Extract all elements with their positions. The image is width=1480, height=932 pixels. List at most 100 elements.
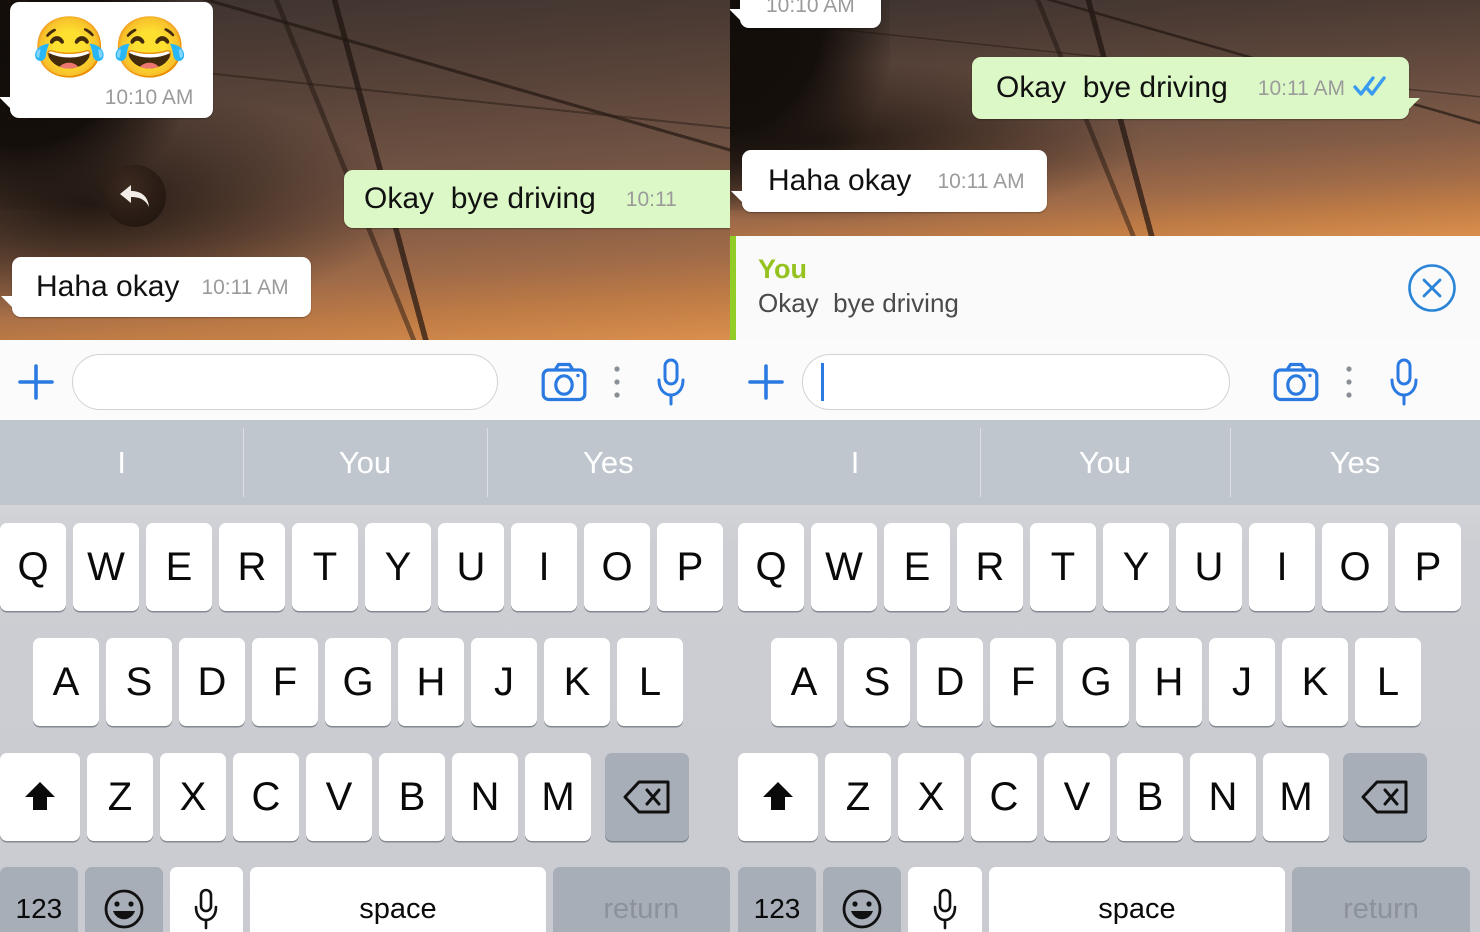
emoji-key[interactable] [823,867,901,932]
key-a[interactable]: A [33,638,99,726]
key-g[interactable]: G [325,638,391,726]
key-k[interactable]: K [544,638,610,726]
bubble-tail [731,191,744,204]
key-t[interactable]: T [1030,523,1096,611]
key-e[interactable]: E [146,523,212,611]
suggestion-item-1[interactable]: You [980,420,1230,505]
camera-button[interactable] [1258,362,1334,402]
message-text-input[interactable] [72,353,498,410]
key-z[interactable]: Z [825,753,891,841]
suggestion-item-0[interactable]: I [730,420,980,505]
voice-record-button[interactable] [632,358,710,406]
numeric-key[interactable]: 123 [0,867,78,932]
key-s[interactable]: S [106,638,172,726]
key-d[interactable]: D [917,638,983,726]
key-g[interactable]: G [1063,638,1129,726]
backspace-key[interactable] [605,753,689,841]
key-m[interactable]: M [1263,753,1329,841]
key-a[interactable]: A [771,638,837,726]
attach-plus-button[interactable] [730,360,802,404]
suggestion-item-2[interactable]: Yes [1230,420,1480,505]
key-l[interactable]: L [1355,638,1421,726]
key-n[interactable]: N [452,753,518,841]
keyboard-mic-key[interactable] [908,867,982,932]
double-check-icon [1353,75,1386,96]
key-u[interactable]: U [438,523,504,611]
key-y[interactable]: Y [1103,523,1169,611]
key-o[interactable]: O [584,523,650,611]
voice-record-button[interactable] [1364,358,1444,406]
key-f[interactable]: F [252,638,318,726]
key-v[interactable]: V [1044,753,1110,841]
key-q[interactable]: Q [738,523,804,611]
key-w[interactable]: W [73,523,139,611]
key-x[interactable]: X [160,753,226,841]
key-k[interactable]: K [1282,638,1348,726]
camera-button[interactable] [526,362,602,402]
key-x[interactable]: X [898,753,964,841]
shift-key[interactable] [738,753,818,841]
key-f[interactable]: F [990,638,1056,726]
message-bubble-incoming[interactable]: Haha okay 10:11 AM [1,257,311,317]
return-key[interactable]: return [552,867,730,932]
plus-icon [18,363,54,400]
key-c[interactable]: C [971,753,1037,841]
message-bubble-incoming-emoji[interactable]: 😂😂 10:10 AM [0,2,214,118]
key-v[interactable]: V [306,753,372,841]
key-j[interactable]: J [471,638,537,726]
suggestion-item-0[interactable]: I [0,420,243,505]
quote-close-button[interactable] [1406,262,1458,314]
key-r[interactable]: R [219,523,285,611]
more-options-button[interactable] [602,365,632,399]
key-e[interactable]: E [884,523,950,611]
key-b[interactable]: B [1117,753,1183,841]
key-m[interactable]: M [525,753,591,841]
key-p[interactable]: P [1395,523,1461,611]
suggestion-item-2[interactable]: Yes [486,420,730,505]
space-key[interactable]: space [989,867,1285,932]
close-circle-icon [1408,264,1456,312]
key-z[interactable]: Z [87,753,153,841]
backspace-key[interactable] [1343,753,1427,841]
suggestion-strip-left: I You Yes [0,420,730,505]
key-n[interactable]: N [1190,753,1256,841]
key-l[interactable]: L [617,638,683,726]
key-q[interactable]: Q [0,523,66,611]
key-y[interactable]: Y [365,523,431,611]
return-key[interactable]: return [1292,867,1470,932]
backspace-delete-icon [1361,780,1408,814]
chat-message-area-right[interactable]: 10:10 AM Okay bye driving 10:11 AM Haha … [730,0,1480,236]
key-b[interactable]: B [379,753,445,841]
message-bubble-outgoing[interactable]: Okay bye driving 10:11 AM [972,57,1420,119]
reply-action-button[interactable] [104,165,166,227]
message-bubble-outgoing[interactable]: Okay bye driving 10:11 [344,170,730,228]
numeric-key[interactable]: 123 [738,867,816,932]
emoji-key[interactable] [84,867,163,932]
more-options-button[interactable] [1334,365,1364,399]
keyboard-mic-key[interactable] [169,867,244,932]
suggestion-item-1[interactable]: You [243,420,486,505]
key-o[interactable]: O [1322,523,1388,611]
key-h[interactable]: H [398,638,464,726]
key-h[interactable]: H [1136,638,1202,726]
key-u[interactable]: U [1176,523,1242,611]
key-c[interactable]: C [233,753,299,841]
attach-plus-button[interactable] [0,360,72,404]
message-text-input[interactable] [802,353,1230,410]
key-i[interactable]: I [511,523,577,611]
key-t[interactable]: T [292,523,358,611]
key-d[interactable]: D [179,638,245,726]
message-text: Okay bye driving [364,182,596,215]
backspace-delete-icon [623,780,670,814]
key-i[interactable]: I [1249,523,1315,611]
chat-message-area-left[interactable]: 😂😂 10:10 AM Okay bye driving 10:11 Haha … [0,0,730,340]
key-w[interactable]: W [811,523,877,611]
shift-key[interactable] [0,753,80,841]
message-bubble-incoming-partial[interactable]: 10:10 AM [730,0,881,28]
message-bubble-incoming[interactable]: Haha okay 10:11 AM [731,150,1047,212]
key-p[interactable]: P [657,523,723,611]
key-r[interactable]: R [957,523,1023,611]
key-s[interactable]: S [844,638,910,726]
space-key[interactable]: space [250,867,546,932]
key-j[interactable]: J [1209,638,1275,726]
